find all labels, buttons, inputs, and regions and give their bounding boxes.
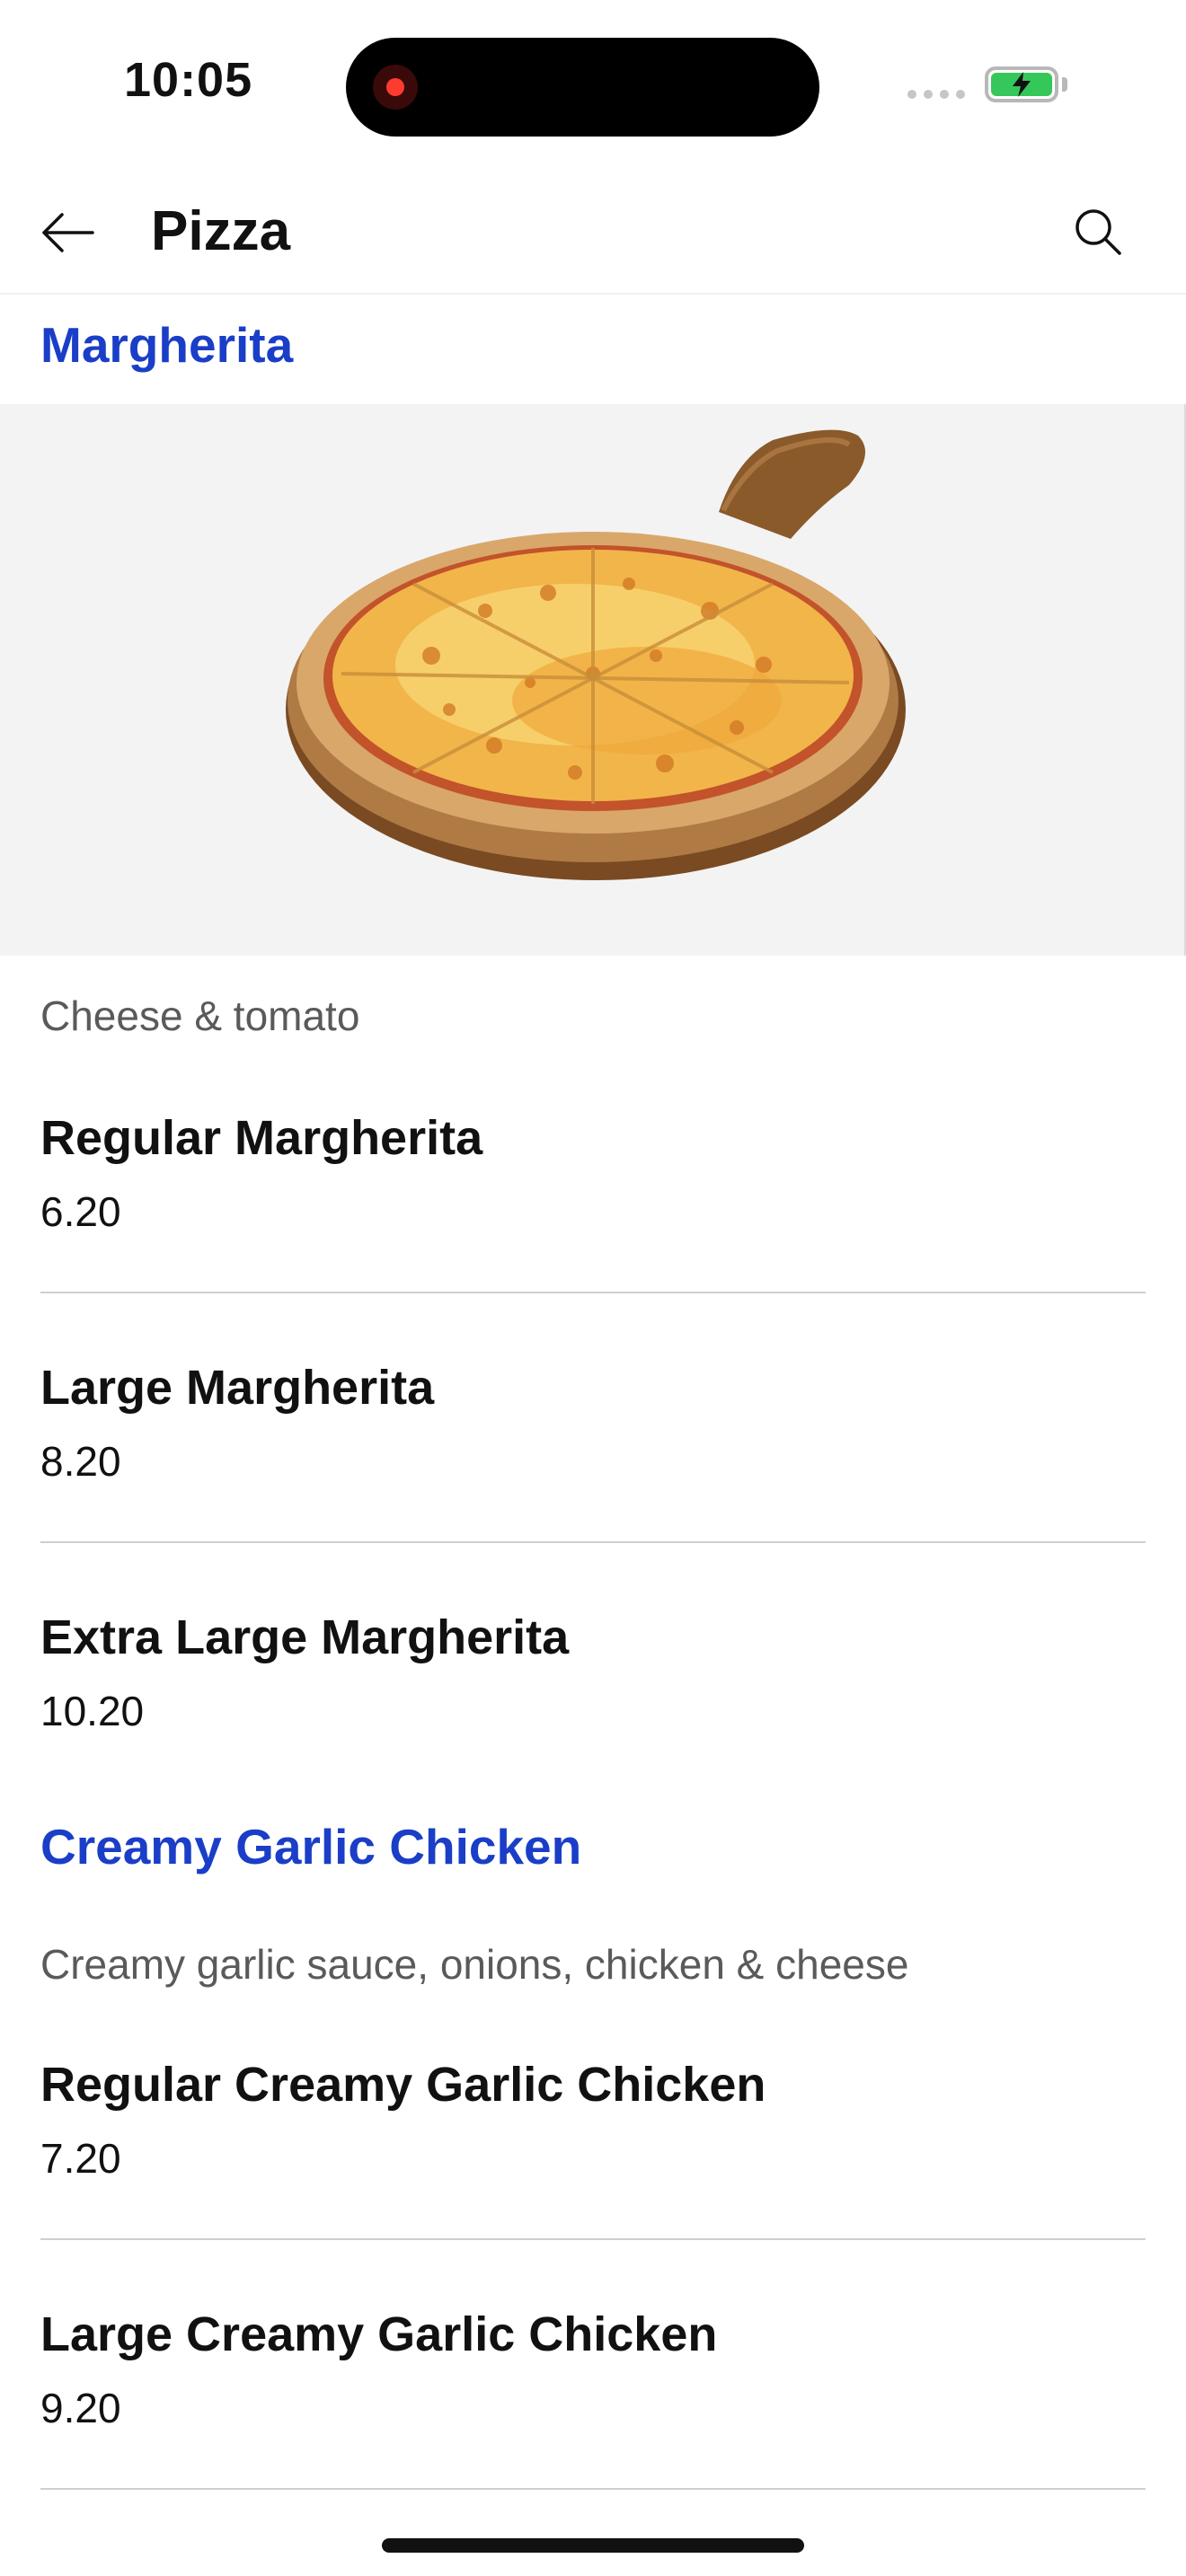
section-description-creamy-garlic-chicken: Creamy garlic sauce, onions, chicken & c… bbox=[40, 1941, 909, 1988]
arrow-left-icon bbox=[42, 213, 94, 252]
divider bbox=[40, 2488, 1146, 2490]
item-name: Large Creamy Garlic Chicken bbox=[40, 2307, 718, 2361]
divider bbox=[40, 2238, 1146, 2240]
search-icon bbox=[1075, 209, 1121, 255]
item-price: 7.20 bbox=[40, 2135, 121, 2182]
item-name: Extra Large Margherita bbox=[40, 1610, 570, 1664]
dynamic-island bbox=[346, 38, 819, 137]
app-header: Pizza bbox=[0, 171, 1186, 295]
battery-cap bbox=[1062, 77, 1067, 92]
cellular-signal-icon bbox=[907, 90, 965, 99]
page-title: Pizza bbox=[151, 200, 291, 262]
battery-charging-icon bbox=[985, 66, 1058, 102]
search-button[interactable] bbox=[1062, 196, 1134, 268]
item-price: 8.20 bbox=[40, 1438, 121, 1485]
item-name: Regular Creamy Garlic Chicken bbox=[40, 2058, 766, 2112]
recording-icon bbox=[373, 65, 418, 110]
section-title-creamy-garlic-chicken: Creamy Garlic Chicken bbox=[40, 1819, 582, 1875]
item-price: 6.20 bbox=[40, 1188, 121, 1235]
item-name: Large Margherita bbox=[40, 1361, 435, 1415]
status-bar: 10:05 bbox=[0, 0, 1186, 171]
back-button[interactable] bbox=[36, 201, 99, 264]
margherita-pizza-image bbox=[0, 404, 1186, 956]
item-name: Regular Margherita bbox=[40, 1111, 483, 1165]
item-price: 9.20 bbox=[40, 2385, 121, 2431]
section-description-margherita: Cheese & tomato bbox=[40, 992, 360, 1039]
status-time: 10:05 bbox=[124, 53, 253, 107]
divider bbox=[40, 1292, 1146, 1293]
item-price: 10.20 bbox=[40, 1688, 145, 1734]
section-title-margherita: Margherita bbox=[40, 317, 294, 373]
home-indicator[interactable] bbox=[382, 2538, 804, 2553]
divider bbox=[40, 1541, 1146, 1543]
